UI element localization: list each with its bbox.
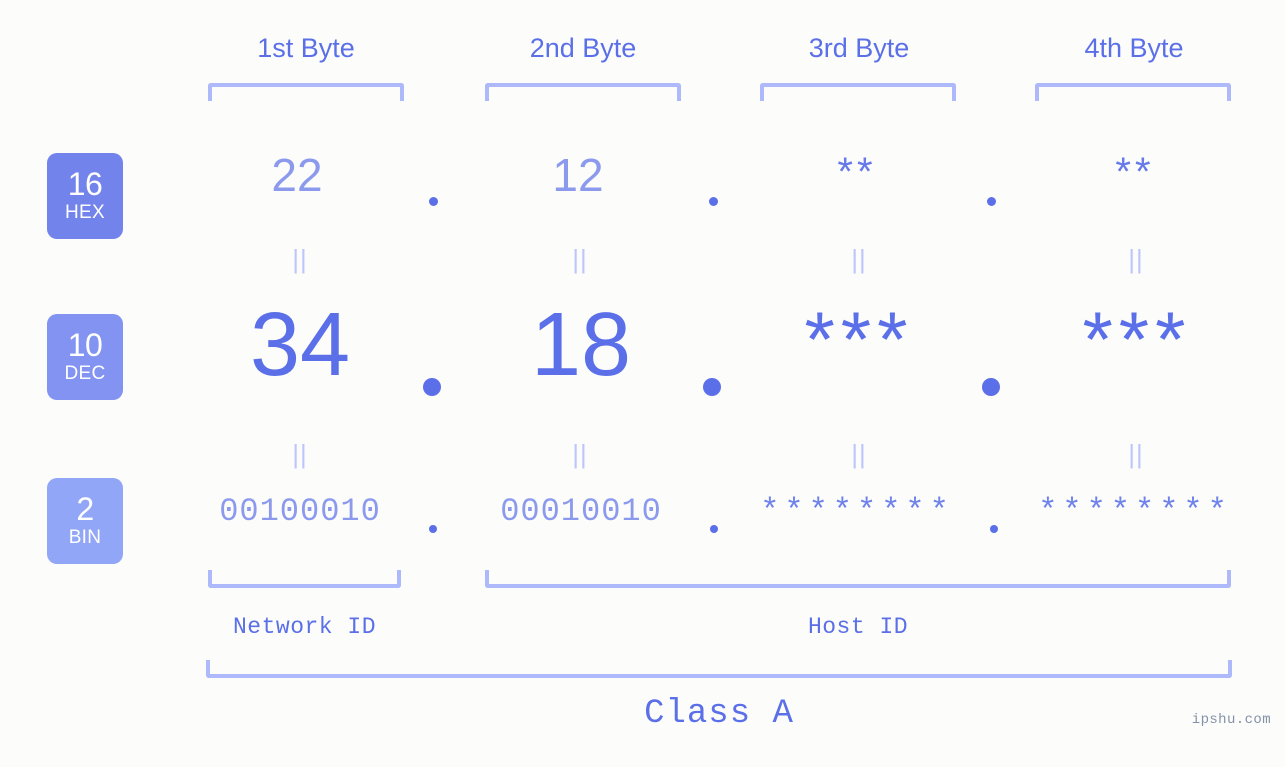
byte-bracket-3	[760, 83, 956, 101]
hex-byte-4: **	[1115, 150, 1155, 194]
equals-marker-hex-dec-2: ||	[572, 244, 588, 274]
bin-dot-1	[429, 525, 437, 533]
hex-byte-3: **	[837, 150, 877, 194]
base-badge-hex-number: 16	[67, 166, 103, 203]
hex-dot-3	[987, 197, 996, 206]
dec-byte-3: ***	[804, 295, 914, 383]
class-bracket	[206, 660, 1232, 678]
byte-bracket-4	[1035, 83, 1231, 101]
byte-header-3: 3rd Byte	[808, 33, 910, 63]
site-watermark: ipshu.com	[1191, 712, 1271, 728]
class-label: Class A	[644, 695, 794, 733]
dec-byte-2: 18	[530, 295, 632, 395]
bin-byte-3: ********	[760, 493, 954, 530]
byte-bracket-2	[485, 83, 681, 101]
host-id-label: Host ID	[807, 614, 909, 640]
equals-marker-hex-dec-4: ||	[1128, 244, 1144, 274]
base-badge-dec-number: 10	[67, 327, 103, 364]
base-badge-hex-label: HEX	[65, 201, 105, 223]
byte-header-4: 4th Byte	[1084, 33, 1184, 63]
byte-header-2: 2nd Byte	[529, 33, 637, 63]
equals-marker-dec-bin-4: ||	[1128, 439, 1144, 469]
dec-dot-1	[423, 378, 441, 396]
byte-bracket-1	[208, 83, 404, 101]
base-badge-bin-label: BIN	[68, 526, 102, 548]
equals-marker-dec-bin-1: ||	[292, 439, 308, 469]
equals-marker-dec-bin-2: ||	[572, 439, 588, 469]
base-badge-hex: 16 HEX	[47, 153, 123, 239]
dec-byte-4: ***	[1082, 295, 1192, 383]
bin-byte-2: 00010010	[500, 493, 662, 530]
dec-byte-1: 34	[249, 295, 351, 395]
byte-header-1: 1st Byte	[257, 33, 355, 63]
dec-dot-3	[982, 378, 1000, 396]
dec-dot-2	[703, 378, 721, 396]
equals-marker-hex-dec-3: ||	[851, 244, 867, 274]
host-id-bracket	[485, 570, 1231, 588]
hex-byte-2: 12	[552, 149, 604, 201]
hex-dot-1	[429, 197, 438, 206]
base-badge-dec: 10 DEC	[47, 314, 123, 400]
bin-dot-2	[710, 525, 718, 533]
base-badge-dec-label: DEC	[64, 362, 106, 384]
equals-marker-hex-dec-1: ||	[292, 244, 308, 274]
equals-marker-dec-bin-3: ||	[851, 439, 867, 469]
base-badge-bin: 2 BIN	[47, 478, 123, 564]
base-badge-bin-number: 2	[76, 491, 94, 528]
bin-byte-4: ********	[1038, 493, 1232, 530]
hex-byte-1: 22	[271, 149, 323, 201]
network-id-bracket	[208, 570, 401, 588]
bin-dot-3	[990, 525, 998, 533]
hex-dot-2	[709, 197, 718, 206]
bin-byte-1: 00100010	[219, 493, 381, 530]
network-id-label: Network ID	[232, 614, 377, 640]
ip-address-breakdown-diagram: 1st Byte 2nd Byte 3rd Byte 4th Byte 16 H…	[0, 0, 1285, 767]
